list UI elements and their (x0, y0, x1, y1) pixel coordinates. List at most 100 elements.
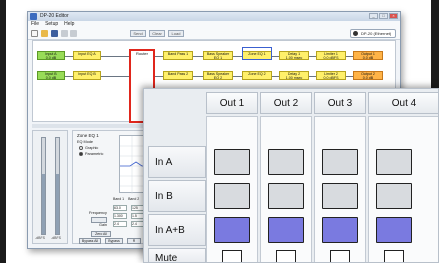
wire (346, 56, 353, 57)
send-button[interactable]: Send (130, 30, 146, 37)
meter-left (41, 137, 46, 235)
wire (272, 76, 279, 77)
eq-band-table: Band 1 Band 2 63.0 125 1.300 1.5 2.4 2.4 (113, 197, 145, 227)
close-icon[interactable]: × (389, 13, 398, 19)
print-icon[interactable] (61, 30, 68, 37)
wire (101, 56, 129, 57)
level-meters: -dBFS -dBFS (32, 130, 68, 244)
menu-setup[interactable]: Setup (45, 21, 58, 28)
limiter-1-block[interactable]: Limiter 1 0.0 dBFS (316, 51, 346, 60)
wire (65, 76, 73, 77)
output-2-block[interactable]: Output 2 0.0 dB (353, 71, 383, 80)
in-a-plus-b-header: In A+B (148, 214, 206, 246)
input-b-block[interactable]: Input B 0.0 dB (37, 71, 65, 80)
mute-header: Mute (148, 248, 206, 262)
load-button[interactable]: Load (168, 30, 184, 37)
bypass-all-button[interactable]: Bypass All (79, 238, 101, 244)
zone-eq-selection-highlight (242, 47, 272, 60)
out-1-header: Out 1 (206, 92, 258, 114)
minimize-icon[interactable]: _ (369, 13, 378, 19)
route-in-a-to-out-2-button[interactable] (268, 149, 304, 175)
bass-speaker-eq-2-block[interactable]: Bass Speaker EQ 2Flat (203, 71, 233, 80)
wire (233, 76, 242, 77)
mute-out-1-checkbox[interactable] (222, 250, 242, 262)
meter-label-right: -dBFS (51, 236, 61, 240)
wire (346, 76, 353, 77)
in-b-header: In B (148, 180, 206, 212)
toolbar: Send Clear Load DP-20 (Ethernet) (28, 28, 400, 40)
maximize-icon[interactable]: □ (379, 13, 388, 19)
input-a-block[interactable]: Input A 0.0 dB (37, 51, 65, 60)
band-1-q[interactable]: 2.4 (113, 221, 127, 227)
delay-1-block[interactable]: Delay 1 1.00 msec (279, 51, 309, 60)
band-1-header: Band 1 (113, 197, 125, 201)
save-icon[interactable] (51, 30, 58, 37)
route-in-a-b-to-out-1-button[interactable] (214, 217, 250, 243)
route-in-a-b-to-out-3-button[interactable] (322, 217, 358, 243)
route-in-a-to-out-4-button[interactable] (376, 149, 412, 175)
router-matrix-zoom: Out 1 Out 2 Out 3 Out 4 In A In B In A+B… (143, 88, 439, 263)
band-pass-1-block[interactable]: Band Pass 1 (163, 51, 193, 60)
meter-label-left: -dBFS (35, 236, 45, 240)
frequency-label: Frequency (89, 211, 107, 215)
band-1-frequency[interactable]: 63.0 (113, 205, 127, 211)
title-bar: DP-20 Editor _ □ × (28, 12, 400, 21)
wire (155, 76, 163, 77)
mode-graphic-radio[interactable]: Graphic (79, 146, 98, 150)
settings-icon[interactable] (70, 30, 77, 37)
window-title: DP-20 Editor (40, 13, 69, 19)
input-eq-b-block[interactable]: Input EQ B (73, 71, 101, 80)
clear-button[interactable]: Clear (149, 30, 165, 37)
route-in-a-to-out-3-button[interactable] (322, 149, 358, 175)
zone-eq-2-block[interactable]: Zone EQ 2 (242, 71, 272, 80)
new-file-icon[interactable] (31, 30, 38, 37)
left-border (0, 0, 6, 263)
reset-button[interactable]: R (127, 238, 141, 244)
menu-bar: File Setup Help (28, 21, 400, 28)
band-1-gain[interactable]: 1.300 (113, 213, 127, 219)
bypass-button[interactable]: Bypass (105, 238, 123, 244)
in-a-header: In A (148, 146, 206, 178)
zone-eq-title: Zone EQ 1 (77, 133, 99, 138)
app-icon (30, 13, 37, 20)
connection-status[interactable]: DP-20 (Ethernet) (350, 29, 396, 38)
route-in-a-b-to-out-4-button[interactable] (376, 217, 412, 243)
out-4-header: Out 4 (368, 92, 438, 114)
mode-parametric-radio[interactable]: Parametric (79, 152, 103, 156)
zero-all-button[interactable]: Zero All (91, 231, 111, 237)
window-controls: _ □ × (369, 13, 398, 19)
bass-speaker-eq-1-block[interactable]: Bass Speaker EQ 1Flat (203, 51, 233, 60)
mute-out-3-checkbox[interactable] (330, 250, 350, 262)
screenshot-frame: DP-20 Editor _ □ × File Setup Help Send … (0, 0, 439, 263)
route-in-b-to-out-2-button[interactable] (268, 183, 304, 209)
input-eq-a-block[interactable]: Input EQ A (73, 51, 101, 60)
wire (193, 56, 203, 57)
wire (65, 56, 73, 57)
eq-mode-label: EQ Mode (77, 140, 94, 144)
band-pass-2-block[interactable]: Band Pass 2 (163, 71, 193, 80)
out-3-header: Out 3 (314, 92, 366, 114)
out-2-header: Out 2 (260, 92, 312, 114)
wire (233, 56, 242, 57)
route-in-a-to-out-1-button[interactable] (214, 149, 250, 175)
wire (193, 76, 203, 77)
route-in-b-to-out-1-button[interactable] (214, 183, 250, 209)
menu-file[interactable]: File (31, 21, 39, 28)
wire (309, 56, 316, 57)
band-2-header: Band 2 (128, 197, 140, 201)
limiter-2-block[interactable]: Limiter 2 0.0 dBFS (316, 71, 346, 80)
menu-help[interactable]: Help (64, 21, 74, 28)
wire (272, 56, 279, 57)
output-1-block[interactable]: Output 1 0.0 dB (353, 51, 383, 60)
wire (101, 76, 129, 77)
mute-out-4-checkbox[interactable] (384, 250, 404, 262)
route-in-a-b-to-out-2-button[interactable] (268, 217, 304, 243)
open-folder-icon[interactable] (41, 30, 48, 37)
delay-2-block[interactable]: Delay 2 1.00 msec (279, 71, 309, 80)
connection-icon (353, 31, 358, 36)
route-in-b-to-out-4-button[interactable] (376, 183, 412, 209)
gain-label: Gain (99, 223, 108, 227)
mute-out-2-checkbox[interactable] (276, 250, 296, 262)
wire (155, 56, 163, 57)
route-in-b-to-out-3-button[interactable] (322, 183, 358, 209)
